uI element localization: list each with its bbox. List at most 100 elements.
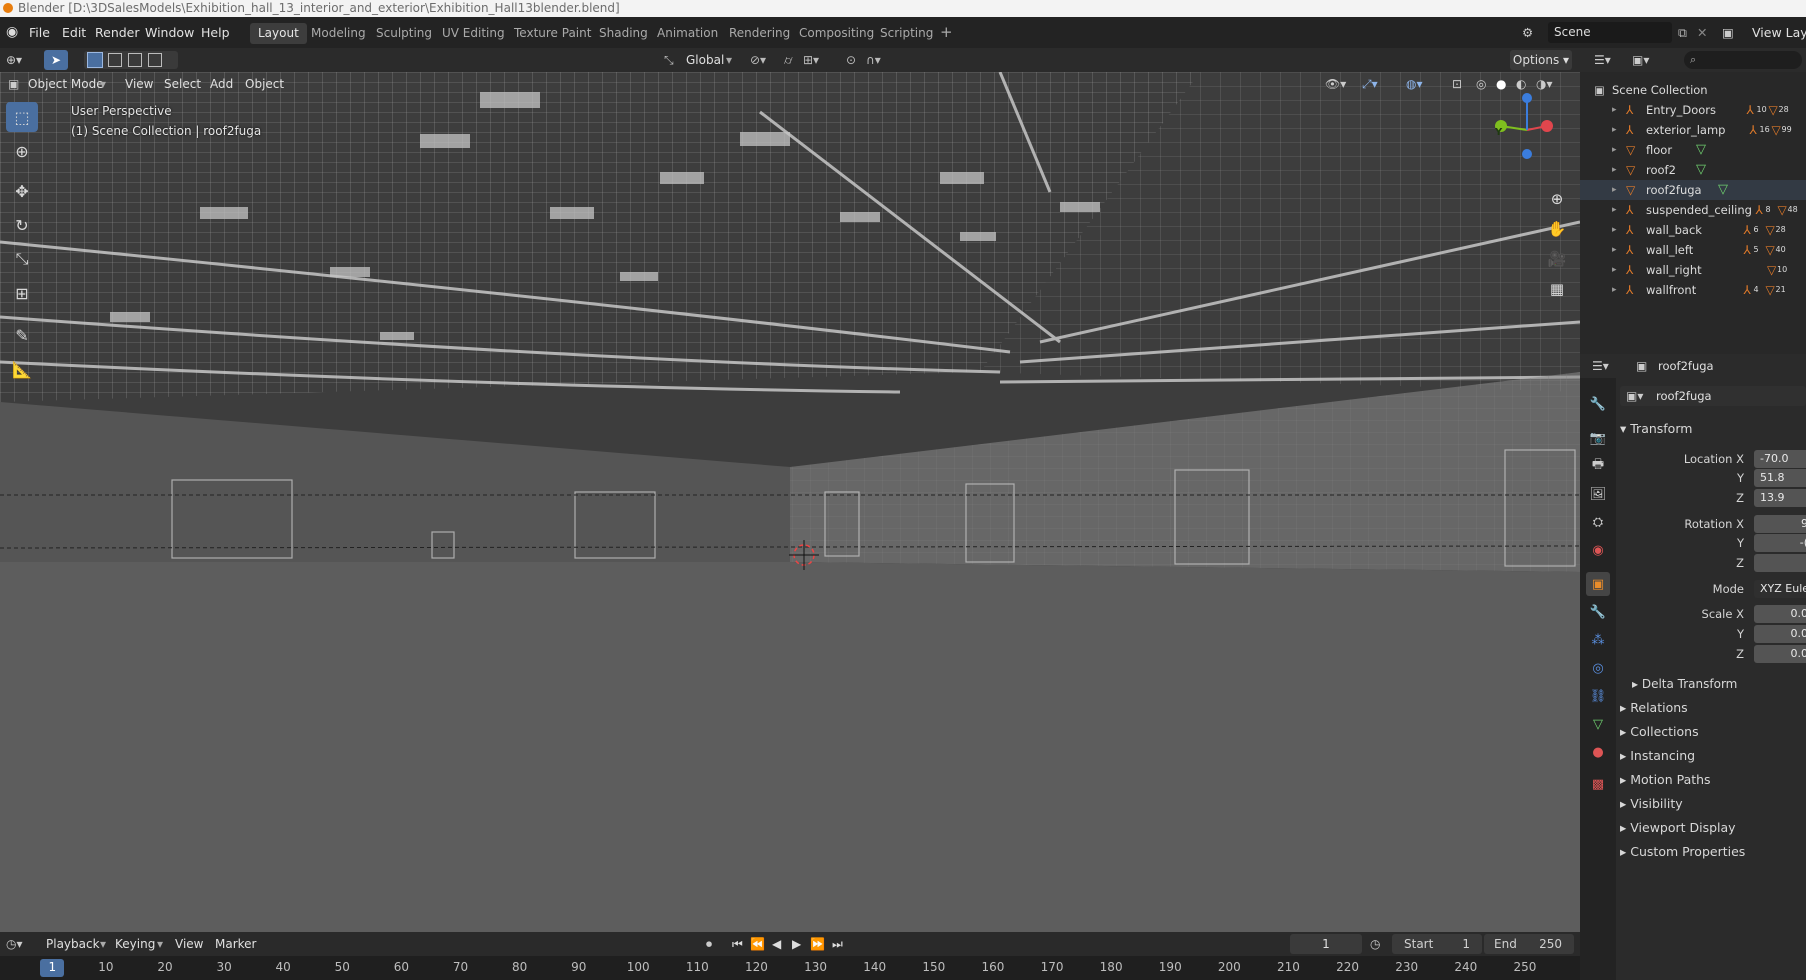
child-meshes-icon[interactable]: ▽ [1767, 260, 1776, 280]
outliner-item-roof2fuga[interactable]: ▸ ▽ roof2fuga ▽ [1580, 180, 1806, 200]
child-meshes-icon[interactable]: ▽ [1766, 280, 1775, 300]
object-tab-icon[interactable]: ▣ [1586, 572, 1610, 596]
add-workspace-icon[interactable]: + [940, 17, 953, 48]
play-icon[interactable]: ▶ [792, 934, 801, 954]
rotation-x-field[interactable]: 9 [1754, 515, 1806, 533]
timeline-ruler[interactable]: 1 10 20 30 40 50 60 70 80 90 100 110 120 130 140 150 160… [0, 956, 1580, 980]
workspace-tab-shading[interactable]: Shading [591, 23, 656, 44]
relations-panel-header[interactable]: ▸ Relations [1620, 700, 1688, 715]
selection-mode-buttons[interactable] [84, 51, 178, 69]
mesh-data-icon[interactable]: ▽ [1696, 140, 1706, 160]
child-empties-icon[interactable]: ⅄ [1744, 240, 1751, 260]
expand-chevron-icon[interactable]: ▸ [1612, 200, 1617, 220]
outliner-editor-type-icon[interactable]: ☰▾ [1594, 50, 1611, 70]
menu-window[interactable]: Window [145, 17, 194, 48]
constraints-tab-icon[interactable]: ⛓ [1586, 684, 1610, 708]
tool-rotate-icon[interactable]: ↻ [6, 210, 38, 240]
select-extend-icon[interactable] [108, 53, 122, 67]
proportional-edit-icon[interactable]: ⊙ [846, 50, 856, 70]
outliner-item-roof2[interactable]: ▸ ▽ roof2 ▽ [1580, 160, 1806, 180]
render-tab-icon[interactable]: 📷 [1586, 426, 1610, 450]
transform-orientation-dropdown[interactable]: Global [686, 50, 724, 70]
instancing-panel-header[interactable]: ▸ Instancing [1620, 748, 1695, 763]
keying-dropdown[interactable]: Keying [115, 934, 155, 954]
expand-chevron-icon[interactable]: ▸ [1612, 280, 1617, 300]
workspace-tab-texture-paint[interactable]: Texture Paint [506, 23, 599, 44]
child-empties-icon[interactable]: ⅄ [1744, 220, 1751, 240]
rendered-shading-icon[interactable]: ◑▾ [1536, 74, 1553, 94]
solid-shading-icon[interactable]: ● [1496, 74, 1506, 94]
child-empties-icon[interactable]: ⅄ [1744, 280, 1751, 300]
outliner-item-entry-doors[interactable]: ▸ ⅄ Entry_Doors ⅄ 10 ▽ 28 [1580, 100, 1806, 120]
visibility-eye-icon[interactable]: 👁▾ [1325, 74, 1346, 94]
delete-scene-icon[interactable]: ✕ [1697, 17, 1707, 48]
transform-panel-header[interactable]: ▾ Transform [1620, 421, 1692, 436]
texture-tab-icon[interactable]: ▩ [1586, 772, 1610, 796]
menu-render[interactable]: Render [95, 17, 140, 48]
menu-add[interactable]: Add [210, 74, 233, 94]
child-empties-icon[interactable]: ⅄ [1756, 200, 1763, 220]
select-new-icon[interactable] [87, 52, 103, 68]
material-shading-icon[interactable]: ◐ [1516, 74, 1526, 94]
timeline-view-menu[interactable]: View [175, 934, 203, 954]
tool-scale-icon[interactable]: ⤡ [6, 244, 38, 274]
blender-menu-icon[interactable]: ◉ [6, 17, 18, 48]
outliner-search-input[interactable]: ⌕ [1684, 51, 1802, 69]
outliner-item-wall-left[interactable]: ▸ ⅄ wall_left ⅄ 5 ▽ 40 [1580, 240, 1806, 260]
new-scene-icon[interactable]: ⧉ [1678, 17, 1687, 48]
location-z-field[interactable]: 13.9 [1754, 489, 1806, 507]
workspace-tab-scripting[interactable]: Scripting [872, 23, 941, 44]
playback-dropdown[interactable]: Playback [46, 934, 100, 954]
outliner-item-wallfront[interactable]: ▸ ⅄ wallfront ⅄ 4 ▽ 21 [1580, 280, 1806, 300]
options-dropdown[interactable]: Options ▾ [1510, 50, 1572, 70]
menu-file[interactable]: File [29, 17, 50, 48]
particles-tab-icon[interactable]: ⁂ [1586, 628, 1610, 652]
child-meshes-icon[interactable]: ▽ [1766, 240, 1775, 260]
properties-editor-type-icon[interactable]: ☰▾ [1592, 356, 1609, 376]
zoom-icon[interactable]: ⊕ [1543, 186, 1571, 212]
location-y-field[interactable]: 51.8 [1754, 469, 1806, 487]
jump-end-icon[interactable]: ⏭ [832, 934, 843, 954]
tool-move-icon[interactable]: ✥ [6, 176, 38, 206]
outliner-item-wall-right[interactable]: ▸ ⅄ wall_right ▽ 10 [1580, 260, 1806, 280]
tool-annotate-icon[interactable]: ✎ [6, 320, 38, 350]
motion-paths-panel-header[interactable]: ▸ Motion Paths [1620, 772, 1711, 787]
child-meshes-icon[interactable]: ▽ [1766, 220, 1775, 240]
jump-start-icon[interactable]: ⏮ [732, 934, 743, 954]
output-tab-icon[interactable]: 🖶 [1586, 454, 1610, 478]
current-frame-field[interactable]: 1 [1290, 934, 1362, 954]
select-invert-icon[interactable] [148, 53, 162, 67]
workspace-tab-modeling[interactable]: Modeling [303, 23, 374, 44]
outliner-item-wall-back[interactable]: ▸ ⅄ wall_back ⅄ 6 ▽ 28 [1580, 220, 1806, 240]
tool-select-box-icon[interactable]: ⬚ [6, 102, 38, 132]
expand-chevron-icon[interactable]: ▸ [1612, 220, 1617, 240]
select-subtract-icon[interactable] [128, 53, 142, 67]
preview-range-icon[interactable]: ◷ [1370, 934, 1380, 954]
scene-selector-icon[interactable]: ⚙ [1522, 17, 1533, 48]
scale-y-field[interactable]: 0.0 [1754, 625, 1806, 643]
child-meshes-icon[interactable]: ▽ [1772, 120, 1781, 140]
location-x-field[interactable]: -70.0 [1754, 450, 1806, 468]
next-keyframe-icon[interactable]: ⏩ [810, 934, 825, 954]
workspace-tab-sculpting[interactable]: Sculpting [368, 23, 440, 44]
expand-chevron-icon[interactable]: ▸ [1612, 180, 1617, 200]
menu-select[interactable]: Select [164, 74, 201, 94]
select-mode-cursor-icon[interactable]: ➤ [44, 50, 68, 70]
viewport-display-panel-header[interactable]: ▸ Viewport Display [1620, 820, 1736, 835]
expand-chevron-icon[interactable]: ▸ [1612, 160, 1617, 180]
menu-edit[interactable]: Edit [62, 17, 86, 48]
object-name-field[interactable]: ▣▾ roof2fuga [1620, 386, 1806, 406]
workspace-tab-compositing[interactable]: Compositing [791, 23, 882, 44]
tool-transform-icon[interactable]: ⊞ [6, 278, 38, 308]
snap-target-icon[interactable]: ⊞▾ [803, 50, 819, 70]
prev-keyframe-icon[interactable]: ⏪ [750, 934, 765, 954]
menu-view[interactable]: View [125, 74, 153, 94]
collections-panel-header[interactable]: ▸ Collections [1620, 724, 1699, 739]
child-meshes-icon[interactable]: ▽ [1769, 100, 1778, 120]
outliner-item-suspended-ceiling[interactable]: ▸ ⅄ suspended_ceiling ⅄ 8 ▽ 48 [1580, 200, 1806, 220]
expand-chevron-icon[interactable]: ▸ [1612, 260, 1617, 280]
object-mode-dropdown[interactable]: Object Mode [28, 74, 104, 94]
menu-help[interactable]: Help [201, 17, 230, 48]
child-meshes-icon[interactable]: ▽ [1778, 200, 1787, 220]
wireframe-shading-icon[interactable]: ◎ [1476, 74, 1486, 94]
